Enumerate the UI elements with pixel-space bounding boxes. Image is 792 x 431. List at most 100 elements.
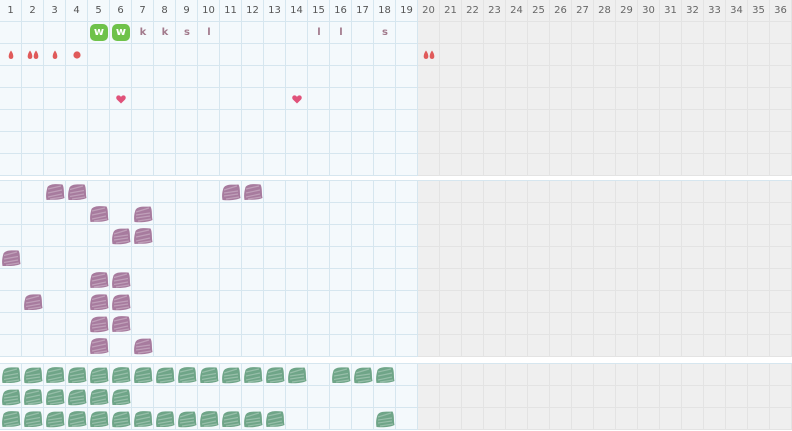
- day-cell[interactable]: [220, 335, 242, 357]
- green-scribble-mark[interactable]: [264, 408, 286, 430]
- day-cell[interactable]: [550, 44, 572, 66]
- day-cell[interactable]: [462, 247, 484, 269]
- day-cell[interactable]: [220, 269, 242, 291]
- day-cell[interactable]: [286, 247, 308, 269]
- day-cell[interactable]: [374, 313, 396, 335]
- day-cell[interactable]: [440, 22, 462, 44]
- mauve-scribble-mark[interactable]: [44, 181, 66, 203]
- day-cell[interactable]: [66, 335, 88, 357]
- day-cell[interactable]: [198, 313, 220, 335]
- day-cell[interactable]: [748, 386, 770, 408]
- day-cell[interactable]: [506, 110, 528, 132]
- day-cell[interactable]: [330, 44, 352, 66]
- day-cell[interactable]: [352, 225, 374, 247]
- day-cell[interactable]: [682, 203, 704, 225]
- day-cell[interactable]: [704, 408, 726, 430]
- green-scribble-mark[interactable]: [66, 386, 88, 408]
- day-cell[interactable]: [352, 269, 374, 291]
- day-cell[interactable]: [330, 386, 352, 408]
- day-cell[interactable]: [154, 154, 176, 176]
- day-cell[interactable]: [220, 44, 242, 66]
- day-cell[interactable]: [286, 22, 308, 44]
- day-cell[interactable]: [132, 247, 154, 269]
- day-cell[interactable]: [286, 225, 308, 247]
- day-cell[interactable]: [418, 269, 440, 291]
- day-cell[interactable]: [154, 66, 176, 88]
- day-cell[interactable]: [308, 386, 330, 408]
- day-cell[interactable]: [154, 181, 176, 203]
- day-cell[interactable]: [572, 203, 594, 225]
- day-cell[interactable]: [308, 44, 330, 66]
- green-scribble-mark[interactable]: [88, 386, 110, 408]
- mauve-scribble-mark[interactable]: [88, 269, 110, 291]
- day-cell[interactable]: [66, 225, 88, 247]
- day-cell[interactable]: [440, 132, 462, 154]
- day-cell[interactable]: [726, 44, 748, 66]
- green-scribble-mark[interactable]: [0, 386, 22, 408]
- heart-icon[interactable]: [286, 88, 308, 110]
- day-cell[interactable]: [594, 313, 616, 335]
- letter-mark[interactable]: l: [330, 22, 352, 44]
- day-cell[interactable]: [132, 154, 154, 176]
- day-cell[interactable]: [330, 313, 352, 335]
- day-cell[interactable]: [22, 335, 44, 357]
- day-cell[interactable]: [726, 181, 748, 203]
- day-cell[interactable]: [616, 313, 638, 335]
- day-cell[interactable]: [440, 88, 462, 110]
- day-cell[interactable]: [418, 154, 440, 176]
- day-cell[interactable]: [770, 110, 792, 132]
- green-scribble-mark[interactable]: [264, 364, 286, 386]
- day-cell[interactable]: [220, 154, 242, 176]
- day-cell[interactable]: [594, 335, 616, 357]
- day-cell[interactable]: [484, 408, 506, 430]
- day-cell[interactable]: [704, 247, 726, 269]
- day-cell[interactable]: [528, 44, 550, 66]
- green-scribble-mark[interactable]: [110, 364, 132, 386]
- day-cell[interactable]: [396, 44, 418, 66]
- day-cell[interactable]: [374, 203, 396, 225]
- day-cell[interactable]: [66, 22, 88, 44]
- day-cell[interactable]: [550, 335, 572, 357]
- day-cell[interactable]: [770, 386, 792, 408]
- day-cell[interactable]: [0, 110, 22, 132]
- day-cell[interactable]: [726, 203, 748, 225]
- day-cell[interactable]: [396, 132, 418, 154]
- day-cell[interactable]: [308, 313, 330, 335]
- mauve-scribble-mark[interactable]: [88, 203, 110, 225]
- day-cell[interactable]: [594, 22, 616, 44]
- day-cell[interactable]: [462, 132, 484, 154]
- day-cell[interactable]: [198, 154, 220, 176]
- green-scribble-mark[interactable]: [374, 364, 396, 386]
- green-scribble-mark[interactable]: [198, 364, 220, 386]
- day-cell[interactable]: [176, 247, 198, 269]
- day-cell[interactable]: [770, 66, 792, 88]
- day-cell[interactable]: [0, 225, 22, 247]
- day-cell[interactable]: [264, 291, 286, 313]
- day-cell[interactable]: [704, 291, 726, 313]
- day-cell[interactable]: [462, 335, 484, 357]
- day-cell[interactable]: [242, 88, 264, 110]
- day-cell[interactable]: [726, 408, 748, 430]
- day-cell[interactable]: [66, 66, 88, 88]
- day-cell[interactable]: [330, 408, 352, 430]
- day-cell[interactable]: [572, 313, 594, 335]
- day-cell[interactable]: [770, 313, 792, 335]
- day-cell[interactable]: [660, 247, 682, 269]
- day-cell[interactable]: [352, 313, 374, 335]
- day-cell[interactable]: [352, 22, 374, 44]
- day-cell[interactable]: [616, 181, 638, 203]
- day-cell[interactable]: [110, 335, 132, 357]
- day-cell[interactable]: [484, 154, 506, 176]
- day-cell[interactable]: [154, 386, 176, 408]
- day-cell[interactable]: [770, 269, 792, 291]
- day-cell[interactable]: [616, 110, 638, 132]
- green-scribble-mark[interactable]: [0, 364, 22, 386]
- day-cell[interactable]: [748, 203, 770, 225]
- dot-icon[interactable]: [66, 44, 88, 66]
- day-cell[interactable]: [638, 203, 660, 225]
- mauve-scribble-mark[interactable]: [110, 269, 132, 291]
- day-cell[interactable]: [308, 225, 330, 247]
- day-cell[interactable]: [418, 66, 440, 88]
- day-cell[interactable]: [704, 22, 726, 44]
- green-scribble-mark[interactable]: [198, 408, 220, 430]
